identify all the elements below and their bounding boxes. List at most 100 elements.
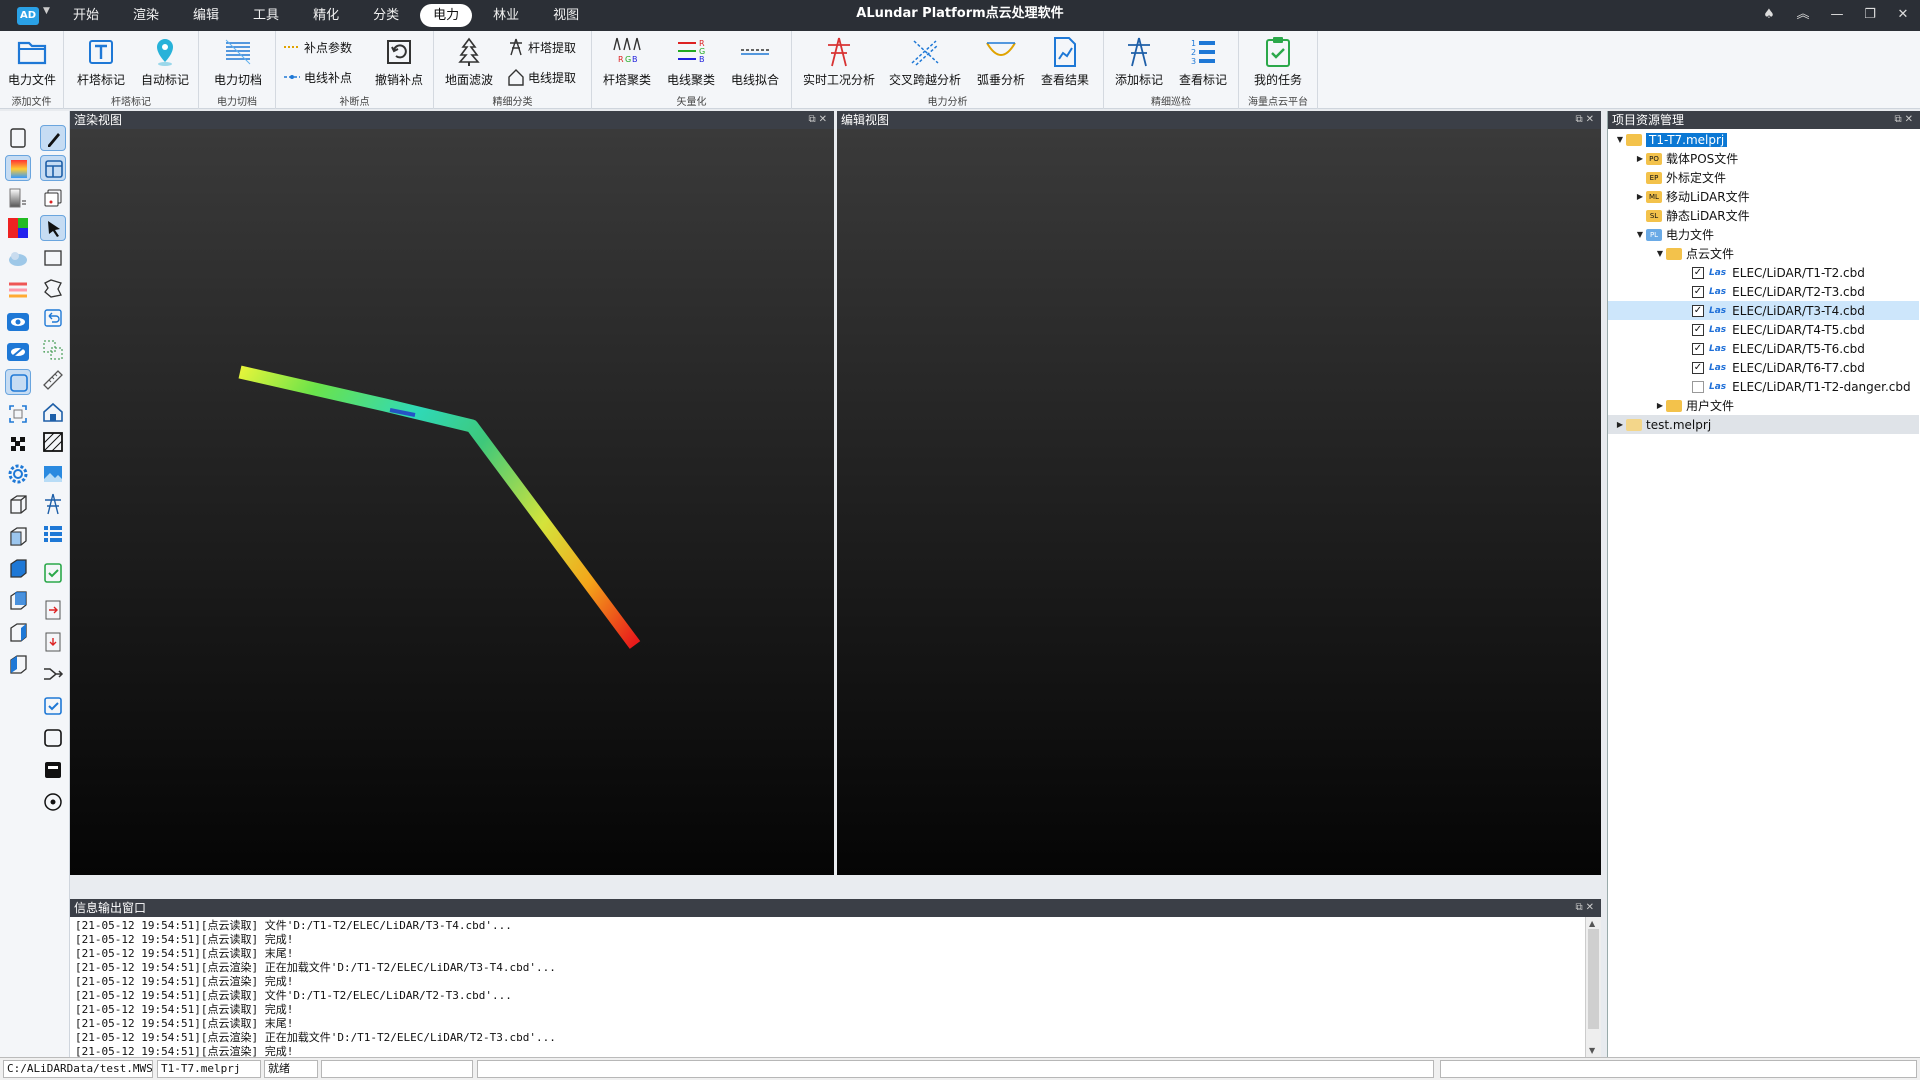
file-checkbox[interactable]: ✓	[1692, 342, 1704, 355]
expand-arrow-icon[interactable]: ▶	[1634, 154, 1646, 163]
checker-tool[interactable]	[5, 431, 31, 457]
tree-item-calib[interactable]: EP 外标定文件	[1608, 168, 1919, 187]
file-checkbox[interactable]: ✓	[1692, 323, 1704, 336]
line-cluster-button[interactable]: RGB 电线聚类	[660, 33, 722, 91]
power-cut-button[interactable]: 电力切档	[207, 33, 269, 91]
polygon-select-tool[interactable]	[40, 275, 66, 301]
scroll-down-icon[interactable]: ▼	[1589, 1046, 1595, 1055]
log-output[interactable]: [21-05-12 19:54:51][点云读取] 文件'D:/T1-T2/EL…	[70, 917, 1585, 1057]
export-right-tool[interactable]	[40, 597, 66, 623]
expand-arrow-icon[interactable]: ▶	[1614, 420, 1626, 429]
region-select-tool[interactable]	[40, 337, 66, 363]
close-icon[interactable]: ✕	[1892, 5, 1914, 25]
tree-item-cbd[interactable]: Las ELEC/LiDAR/T1-T2-danger.cbd	[1608, 377, 1919, 396]
realtime-analysis-button[interactable]: 实时工况分析	[798, 33, 880, 91]
menu-forestry[interactable]: 林业	[480, 4, 532, 27]
tree-item-cbd[interactable]: ✓ Las ELEC/LiDAR/T4-T5.cbd	[1608, 320, 1919, 339]
export-down-tool[interactable]	[40, 629, 66, 655]
file-checkbox[interactable]: ✓	[1692, 304, 1704, 317]
view-front-tool[interactable]	[5, 523, 31, 549]
frame-tool[interactable]	[5, 369, 31, 395]
file-checkbox[interactable]: ✓	[1692, 361, 1704, 374]
line-fill-button[interactable]: 电线补点	[282, 66, 352, 88]
skin-icon[interactable]: ♠	[1758, 5, 1780, 25]
power-file-button[interactable]: 电力文件	[1, 33, 63, 91]
list-tool[interactable]	[40, 521, 66, 547]
scroll-up-icon[interactable]: ▲	[1589, 919, 1595, 928]
select-tool[interactable]	[40, 215, 66, 241]
tree-item-cbd[interactable]: ✓ Las ELEC/LiDAR/T6-T7.cbd	[1608, 358, 1919, 377]
check-box-tool[interactable]	[40, 693, 66, 719]
line-extract-button[interactable]: 电线提取	[506, 66, 576, 88]
expand-arrow-icon[interactable]: ▶	[1634, 192, 1646, 201]
panel-controls-icon[interactable]: ⧉✕	[808, 111, 830, 129]
menu-classify[interactable]: 分类	[360, 4, 412, 27]
collapse-arrow-icon[interactable]: ▼	[1614, 135, 1626, 144]
my-tasks-button[interactable]: 我的任务	[1247, 33, 1309, 91]
menu-render[interactable]: 渲染	[120, 4, 172, 27]
tree-item-power-files[interactable]: ▼ PL 电力文件	[1608, 225, 1919, 244]
menu-power[interactable]: 电力	[420, 4, 473, 27]
auto-mark-button[interactable]: 自动标记	[134, 33, 196, 91]
tower-mark-button[interactable]: 杆塔标记	[70, 33, 132, 91]
fill-tool[interactable]	[40, 757, 66, 783]
view-right-tool[interactable]	[5, 651, 31, 677]
undo-fill-button[interactable]: 撤销补点	[368, 33, 430, 91]
view-left-tool[interactable]	[5, 619, 31, 645]
tower-extract-button[interactable]: 杆塔提取	[506, 36, 576, 58]
tree-item-cbd[interactable]: ✓ Las ELEC/LiDAR/T2-T3.cbd	[1608, 282, 1919, 301]
menu-refine[interactable]: 精化	[300, 4, 352, 27]
minimize-icon[interactable]: —	[1826, 5, 1848, 25]
tree-item-cbd[interactable]: ✓ Las ELEC/LiDAR/T5-T6.cbd	[1608, 339, 1919, 358]
edit-view-canvas[interactable]	[837, 129, 1601, 875]
menu-tools[interactable]: 工具	[240, 4, 292, 27]
menu-start[interactable]: 开始	[60, 4, 112, 27]
show-points-tool[interactable]	[5, 309, 31, 335]
tower-tool[interactable]	[40, 491, 66, 517]
app-menu-caret-icon[interactable]: ▼	[43, 6, 50, 16]
view-mark-button[interactable]: 123 查看标记	[1172, 33, 1234, 91]
tree-item-project[interactable]: ▼ T1-T7.melprj	[1608, 130, 1919, 149]
menu-view[interactable]: 视图	[540, 4, 592, 27]
rgb-tool[interactable]	[5, 215, 31, 241]
undo-select-tool[interactable]	[40, 305, 66, 331]
measure-tool[interactable]	[40, 367, 66, 393]
intensity-tool[interactable]	[5, 185, 31, 211]
cloud-color-tool[interactable]	[5, 245, 31, 271]
panel-controls-icon[interactable]: ⧉✕	[1575, 899, 1597, 917]
view-back-tool[interactable]	[5, 587, 31, 613]
add-mark-button[interactable]: 添加标记	[1108, 33, 1170, 91]
tree-item-static-lidar[interactable]: SL 静态LiDAR文件	[1608, 206, 1919, 225]
merge-tool[interactable]	[40, 661, 66, 687]
collapse-arrow-icon[interactable]: ▼	[1654, 249, 1666, 258]
file-checkbox[interactable]: ✓	[1692, 266, 1704, 279]
view-result-button[interactable]: 查看结果	[1034, 33, 1096, 91]
tower-cluster-button[interactable]: RGB 杆塔聚类	[596, 33, 658, 91]
blank-doc-tool[interactable]	[5, 125, 31, 151]
layout-tool[interactable]	[40, 155, 66, 181]
building-tool[interactable]	[40, 399, 66, 425]
file-checkbox-unchecked[interactable]	[1692, 380, 1704, 393]
expand-arrow-icon[interactable]: ▶	[1654, 401, 1666, 410]
rect-select-tool[interactable]	[40, 245, 66, 271]
fill-params-button[interactable]: 补点参数	[282, 36, 352, 58]
tree-item-cbd[interactable]: ✓ Las ELEC/LiDAR/T1-T2.cbd	[1608, 263, 1919, 282]
collapse-ribbon-icon[interactable]: ︽	[1792, 5, 1814, 25]
line-fit-button[interactable]: 电线拟合	[724, 33, 786, 91]
copy-window-tool[interactable]	[40, 185, 66, 211]
collapse-arrow-icon[interactable]: ▼	[1634, 230, 1646, 239]
panel-controls-icon[interactable]: ⧉✕	[1575, 111, 1597, 129]
tree-item-test-project[interactable]: ▶ test.melprj	[1608, 415, 1919, 434]
zoom-extent-tool[interactable]	[5, 401, 31, 427]
log-splitter[interactable]	[70, 875, 1601, 899]
color-elevation-tool[interactable]	[5, 155, 31, 181]
scroll-thumb[interactable]	[1588, 929, 1599, 1029]
restore-icon[interactable]: ❐	[1859, 5, 1881, 25]
file-checkbox[interactable]: ✓	[1692, 285, 1704, 298]
hide-points-tool[interactable]	[5, 339, 31, 365]
tree-item-mobile-lidar[interactable]: ▶ ML 移动LiDAR文件	[1608, 187, 1919, 206]
tree-item-cbd-selected[interactable]: ✓ Las ELEC/LiDAR/T3-T4.cbd	[1608, 301, 1919, 320]
view-side-tool[interactable]	[5, 555, 31, 581]
panel-controls-icon[interactable]: ⧉✕	[1894, 111, 1916, 129]
square-tool[interactable]	[40, 725, 66, 751]
